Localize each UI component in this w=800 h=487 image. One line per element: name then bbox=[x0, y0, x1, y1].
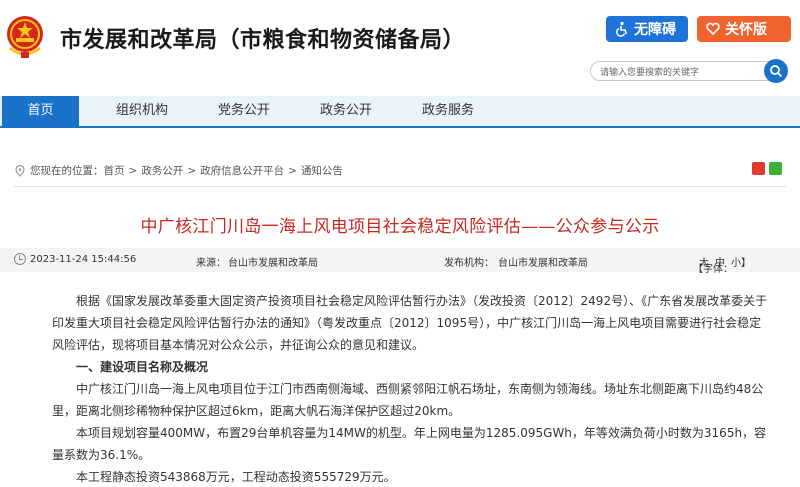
breadcrumb-notices[interactable]: 通知公告 bbox=[301, 163, 343, 178]
breadcrumb-gov-affairs[interactable]: 政务公开 bbox=[141, 163, 183, 178]
nav-item-gov-services[interactable]: 政务服务 bbox=[410, 96, 486, 126]
paragraph: 根据《国家发展改革委重大固定资产投资项目社会稳定风险评估暂行办法》（发改投资〔2… bbox=[52, 294, 768, 352]
article-meta-bar: 2023-11-24 15:44:56 来源： 台山市发展和改革局 发布机构： … bbox=[0, 248, 800, 275]
font-small-link[interactable]: 小】 bbox=[731, 258, 751, 269]
nav-item-party-affairs[interactable]: 党务公开 bbox=[206, 96, 282, 126]
site-title: 市发展和改革局（市粮食和物资储备局） bbox=[60, 28, 466, 53]
article-title: 中广核江门川岛一海上风电项目社会稳定风险评估——公众参与公示 bbox=[140, 217, 660, 237]
source-label: 来源： bbox=[196, 258, 226, 269]
nav-item-home[interactable]: 首页 bbox=[2, 96, 79, 126]
breadcrumb-separator: > bbox=[288, 164, 297, 177]
share-bar bbox=[752, 162, 782, 175]
location-pin-icon bbox=[15, 164, 25, 177]
breadcrumb-separator: > bbox=[128, 164, 138, 177]
nav-item-organization[interactable]: 组织机构 bbox=[104, 96, 180, 126]
care-mode-button[interactable]: 关怀版 bbox=[697, 16, 791, 42]
heart-hands-icon bbox=[706, 22, 720, 36]
breadcrumb-prefix: 您现在的位置： bbox=[30, 165, 104, 177]
font-size-label: 【字体： bbox=[693, 264, 733, 275]
care-mode-label: 关怀版 bbox=[725, 22, 767, 38]
national-emblem-icon bbox=[7, 16, 43, 58]
font-size-controls: 【字体：大中小】 bbox=[693, 254, 751, 275]
search-button[interactable] bbox=[764, 59, 788, 83]
article-body: 根据《国家发展改革委重大固定资产投资项目社会稳定风险评估暂行办法》（发改投资〔2… bbox=[52, 290, 768, 487]
paragraph: 本项目规划容量400MW，布置29台单机容量为14MW的机型。年上网电量为128… bbox=[52, 426, 767, 462]
accessibility-label: 无障碍 bbox=[634, 22, 676, 38]
wheelchair-icon bbox=[616, 21, 628, 37]
site-header: 市发展和改革局（市粮食和物资储备局） 无障碍 关怀版 请输入您要搜索的关键字 bbox=[0, 0, 800, 96]
weibo-share-icon[interactable] bbox=[752, 162, 765, 175]
accessibility-button[interactable]: 无障碍 bbox=[606, 16, 688, 42]
breadcrumb-info-platform[interactable]: 政府信息公开平台 bbox=[200, 163, 284, 178]
paragraph: 中广核江门川岛一海上风电项目位于江门市西南侧海域、西侧紧邻阳江帆石场址，东南侧为… bbox=[52, 382, 764, 418]
publisher-label: 发布机构： bbox=[444, 258, 494, 269]
wechat-share-icon[interactable] bbox=[769, 162, 782, 175]
breadcrumb: 您现在的位置： 首页 > 政务公开 > 政府信息公开平台 > 通知公告 bbox=[14, 163, 343, 178]
breadcrumb-home[interactable]: 首页 bbox=[104, 163, 125, 178]
nav-item-gov-affairs[interactable]: 政务公开 bbox=[308, 96, 384, 126]
search-icon bbox=[770, 65, 783, 78]
section-heading: 一、建设项目名称及概况 bbox=[76, 360, 209, 374]
paragraph: 本工程静态投资543868万元，工程动态投资555729万元。 bbox=[76, 470, 396, 484]
divider bbox=[14, 186, 786, 187]
main-nav: 首页 组织机构 党务公开 政务公开 政务服务 bbox=[0, 96, 800, 128]
clock-icon bbox=[14, 253, 26, 265]
publisher-value: 台山市发展和改革局 bbox=[498, 258, 588, 269]
breadcrumb-separator: > bbox=[187, 164, 197, 177]
source-value: 台山市发展和改革局 bbox=[228, 258, 318, 269]
search-input[interactable]: 请输入您要搜索的关键字 bbox=[590, 61, 786, 81]
publish-date: 2023-11-24 15:44:56 bbox=[30, 254, 137, 265]
